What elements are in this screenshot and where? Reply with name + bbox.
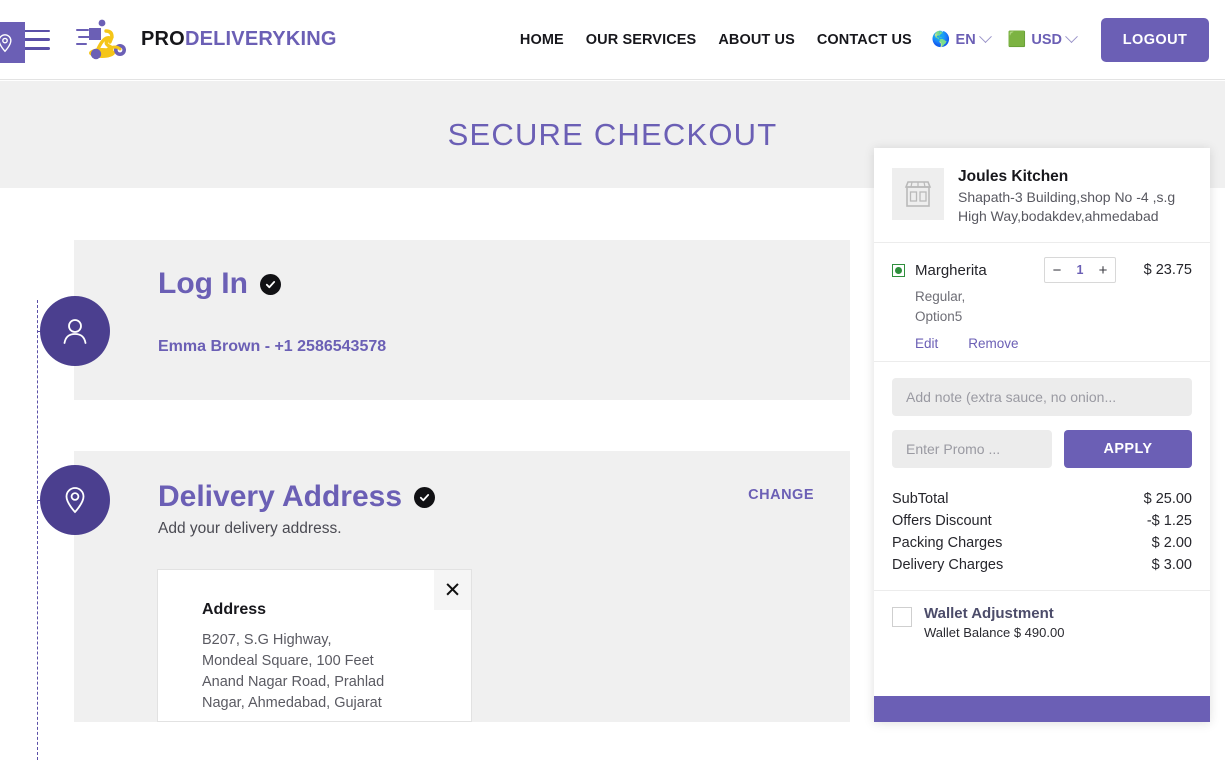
- cart-item-actions: Edit Remove: [915, 336, 1192, 351]
- cart-totals: SubTotal $ 25.00 Offers Discount -$ 1.25…: [874, 482, 1210, 590]
- total-label: Packing Charges: [892, 535, 1003, 551]
- plus-icon[interactable]: +: [1091, 258, 1115, 282]
- language-label: EN: [955, 31, 976, 48]
- user-icon: [63, 319, 87, 344]
- check-icon: [419, 493, 430, 501]
- nav-item-about-us[interactable]: ABOUT US: [707, 32, 806, 48]
- total-row-delivery-charges: Delivery Charges $ 3.00: [892, 554, 1192, 576]
- scooter-delivery-logo-icon: [76, 19, 126, 59]
- page-title: SECURE CHECKOUT: [447, 116, 778, 152]
- wallet-balance-text: Wallet Balance $ 490.00: [924, 625, 1065, 640]
- cart-item-name: Margherita: [915, 261, 987, 279]
- cart-item-price: $ 23.75: [1143, 262, 1192, 278]
- wallet-adjustment-checkbox[interactable]: [892, 607, 912, 627]
- total-label: Delivery Charges: [892, 557, 1004, 573]
- store-address: Shapath-3 Building,shop No -4 ,s.g High …: [958, 189, 1176, 224]
- hamburger-icon[interactable]: [24, 29, 50, 50]
- cart-item-options: Regular, Option5: [915, 289, 966, 324]
- chevron-down-icon: [1065, 30, 1078, 44]
- site-header: PRODELIVERYKING HOME OUR SERVICES ABOUT …: [0, 0, 1225, 80]
- step-icon-login: [40, 296, 110, 366]
- nav-item-home[interactable]: HOME: [509, 32, 575, 48]
- cart-store-header: Joules Kitchen Shapath-3 Building,shop N…: [874, 148, 1210, 242]
- main-navigation: HOME OUR SERVICES ABOUT US CONTACT US 🌎 …: [509, 17, 1225, 62]
- chevron-down-icon: [978, 30, 992, 44]
- promo-code-input[interactable]: [892, 430, 1052, 468]
- total-row-subtotal: SubTotal $ 25.00: [892, 488, 1192, 510]
- cart-summary-panel: Joules Kitchen Shapath-3 Building,shop N…: [874, 148, 1210, 722]
- address-title-text: Delivery Address: [158, 480, 403, 513]
- total-value: $ 2.00: [1151, 535, 1192, 551]
- veg-dot: [895, 266, 902, 274]
- wallet-adjustment-label: Wallet Adjustment: [924, 605, 1054, 622]
- total-row-offers-discount: Offers Discount -$ 1.25: [892, 510, 1192, 532]
- map-pin-icon: [0, 33, 12, 52]
- order-note-input[interactable]: [892, 378, 1192, 416]
- total-value: $ 25.00: [1143, 491, 1192, 507]
- address-card: ✕ Address B207, S.G Highway, Mondeal Squ…: [157, 569, 472, 722]
- logout-button[interactable]: LOGOUT: [1101, 17, 1209, 62]
- hamburger-bar: [24, 47, 50, 50]
- address-card-lines: B207, S.G Highway, Mondeal Square, 100 F…: [202, 632, 385, 711]
- store-name: Joules Kitchen: [958, 168, 1069, 185]
- hamburger-bar: [24, 29, 50, 32]
- nav-item-contact-us[interactable]: CONTACT US: [806, 32, 923, 48]
- address-card-pin-badge: [0, 22, 25, 63]
- language-selector[interactable]: 🌎 EN: [923, 30, 999, 48]
- apply-promo-button[interactable]: APPLY: [1064, 430, 1192, 468]
- brand-name: PRODELIVERYKING: [141, 28, 337, 51]
- promo-row: APPLY: [892, 430, 1192, 468]
- logged-in-user: Emma Brown - +1 2586543578: [158, 338, 387, 355]
- total-value: -$ 1.25: [1146, 513, 1192, 529]
- place-order-button[interactable]: [874, 696, 1210, 722]
- quantity-value: 1: [1076, 263, 1084, 277]
- quantity-stepper: − 1 +: [1044, 257, 1116, 283]
- cart-item-main-row: Margherita − 1 + $ 23.75: [892, 257, 1192, 283]
- currency-selector[interactable]: 🟩 USD: [999, 30, 1085, 48]
- total-row-packing-charges: Packing Charges $ 2.00: [892, 532, 1192, 554]
- wallet-adjustment-row: Wallet Adjustment Wallet Balance $ 490.0…: [874, 591, 1210, 654]
- cart-inputs: APPLY: [874, 362, 1210, 482]
- veg-indicator-icon: [892, 263, 905, 277]
- check-icon: [265, 280, 276, 288]
- cart-item: Margherita − 1 + $ 23.75 Regular, Option…: [874, 243, 1210, 361]
- login-title-text: Log In: [158, 267, 248, 300]
- brand-logo[interactable]: PRODELIVERYKING: [76, 19, 337, 61]
- login-section-title: Log In: [158, 267, 386, 301]
- close-icon[interactable]: ✕: [434, 570, 471, 610]
- address-card-title: Address: [202, 601, 267, 618]
- total-value: $ 3.00: [1151, 557, 1192, 573]
- globe-icon: 🌎: [931, 31, 951, 48]
- remove-item-link[interactable]: Remove: [968, 336, 1018, 351]
- nav-item-our-services[interactable]: OUR SERVICES: [575, 32, 708, 48]
- change-address-link[interactable]: CHANGE: [748, 487, 814, 503]
- address-section-title: Delivery Address: [158, 480, 436, 514]
- edit-item-link[interactable]: Edit: [915, 336, 938, 351]
- checkout-step-connector: [37, 300, 39, 760]
- checkout-section-login: Log In Emma Brown - +1 2586543578: [74, 240, 850, 400]
- hamburger-bar: [24, 38, 50, 41]
- store-thumbnail: [892, 168, 944, 220]
- currency-label: USD: [1031, 31, 1062, 48]
- minus-icon[interactable]: −: [1045, 258, 1069, 282]
- brand-name-deliveryking: DELIVERYKING: [184, 28, 337, 50]
- storefront-icon: [904, 181, 932, 207]
- total-label: SubTotal: [892, 491, 949, 507]
- login-completed-check-icon: [259, 273, 281, 295]
- flag-icon: 🟩: [1007, 31, 1027, 48]
- address-completed-check-icon: [414, 486, 436, 508]
- map-pin-icon: [65, 487, 85, 514]
- brand-name-pro: PRO: [141, 28, 185, 50]
- address-section-subtitle: Add your delivery address.: [158, 520, 342, 537]
- total-label: Offers Discount: [892, 513, 992, 529]
- step-icon-address: [40, 465, 110, 535]
